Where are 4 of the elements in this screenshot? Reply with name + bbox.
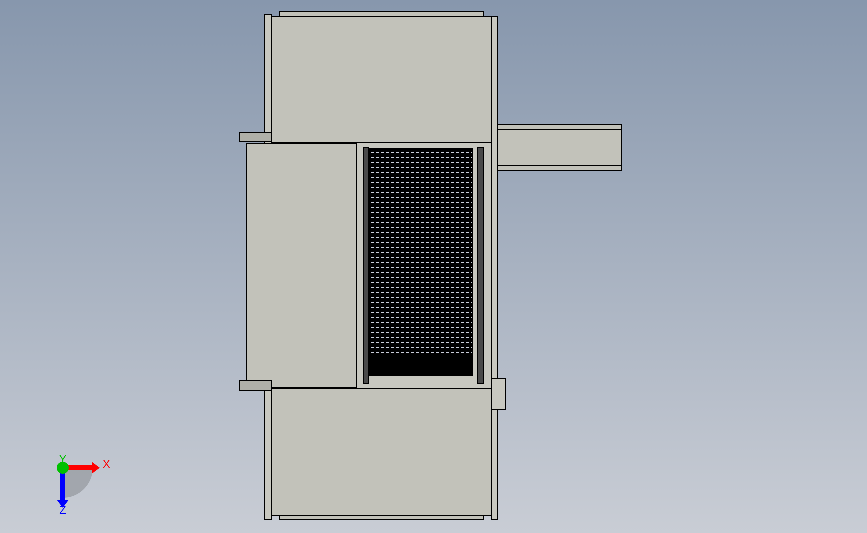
axis-label: Y [59, 454, 67, 466]
axis-label: Z [60, 505, 66, 517]
axis-label: X [103, 459, 110, 471]
axis-triad-icon [57, 462, 100, 508]
